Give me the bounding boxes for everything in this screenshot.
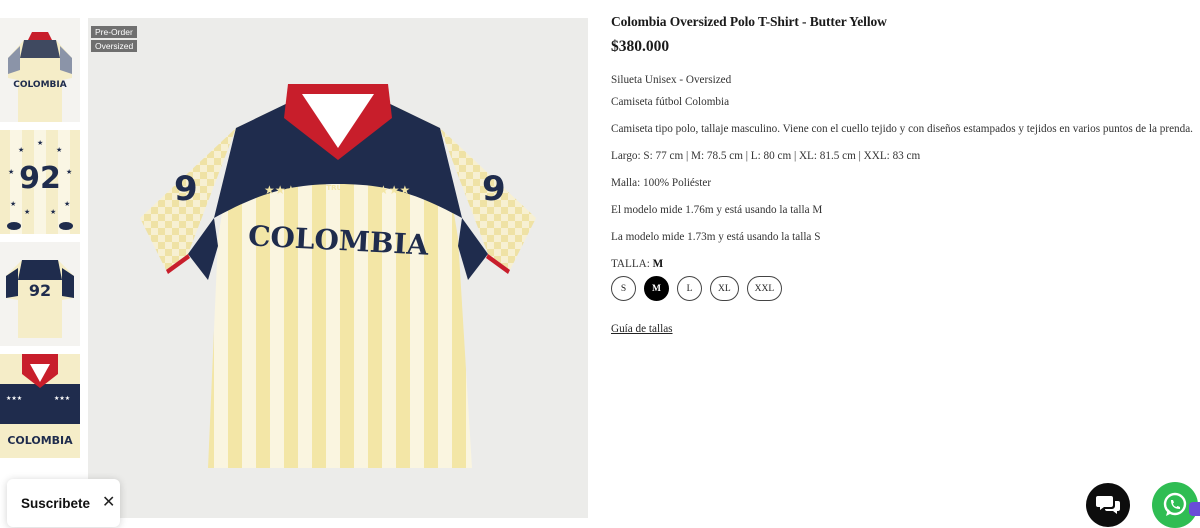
size-option-l[interactable]: L [677, 276, 702, 301]
chat-button[interactable] [1086, 483, 1130, 527]
size-option-s[interactable]: S [611, 276, 636, 301]
product-main-image[interactable]: ★★★ ★★★ TRUE. 9 9 COLOMBIA Pre-Order Ove… [88, 18, 588, 518]
thumbnail-number-detail[interactable]: 92 ★ ★ ★ ★ ★ ★ ★ ★ ★ [0, 130, 80, 234]
model-male-info: El modelo mide 1.76m y está usando la ta… [611, 204, 823, 216]
svg-text:★★★: ★★★ [264, 183, 296, 197]
selected-size: M [652, 258, 664, 270]
size-label: TALLA: [611, 258, 650, 270]
oversized-badge: Oversized [91, 40, 138, 52]
svg-text:★★★: ★★★ [6, 395, 22, 402]
thumbnail-front-detail[interactable]: ★★★ ★★★ COLOMBIA [0, 354, 80, 458]
svg-text:★: ★ [56, 146, 62, 154]
sleeve-number-left: 9 [174, 169, 198, 209]
size-option-m[interactable]: M [644, 276, 669, 301]
whatsapp-icon [1163, 492, 1187, 516]
product-title: Colombia Oversized Polo T-Shirt - Butter… [611, 14, 887, 29]
close-icon[interactable]: ✕ [102, 495, 115, 511]
product-subtitle: Camiseta fútbol Colombia [611, 96, 730, 108]
subscribe-popup[interactable]: Suscribete ✕ [7, 479, 120, 527]
product-description: Camiseta tipo polo, tallaje masculino. V… [611, 123, 1193, 135]
svg-text:★: ★ [37, 139, 43, 147]
chat-bubbles-icon [1096, 496, 1120, 514]
size-option-xl[interactable]: XL [710, 276, 739, 301]
thumb-front-text: COLOMBIA [7, 434, 73, 447]
svg-text:★: ★ [8, 168, 14, 176]
shirt-illustration: ★★★ ★★★ TRUE. 9 9 COLOMBIA [140, 84, 536, 468]
svg-text:★: ★ [66, 168, 72, 176]
brand-tag-text: TRUE. [326, 184, 349, 192]
size-options: S M L XL XXL [611, 276, 1200, 301]
svg-text:★: ★ [64, 200, 70, 208]
model-female-info: La modelo mide 1.73m y está usando la ta… [611, 231, 821, 243]
sleeve-number-right: 9 [482, 169, 506, 209]
svg-text:★: ★ [24, 208, 30, 216]
thumbnail-back-flat[interactable]: 92 [0, 242, 80, 346]
product-measurements: Largo: S: 77 cm | M: 78.5 cm | L: 80 cm … [611, 150, 921, 162]
thumbnail-back-view[interactable]: COLOMBIA [0, 18, 80, 122]
chat-widget-badge-icon [1189, 502, 1200, 516]
size-guide-link[interactable]: Guía de tallas [611, 323, 673, 335]
svg-text:★: ★ [50, 208, 56, 216]
svg-text:★: ★ [18, 146, 24, 154]
thumbnail-list: COLOMBIA 92 ★ ★ ★ ★ ★ ★ ★ ★ ★ 92 ★★★ ★★★… [0, 18, 80, 466]
svg-text:★★★: ★★★ [378, 183, 410, 197]
thumb-number-text: 92 [19, 161, 61, 196]
product-info: Colombia Oversized Polo T-Shirt - Butter… [611, 14, 1200, 337]
svg-text:★★★: ★★★ [54, 395, 70, 402]
thumb-colombia-text: COLOMBIA [13, 80, 66, 90]
svg-text:★: ★ [10, 200, 16, 208]
product-price: $380.000 [611, 38, 670, 55]
thumb-back-number: 92 [29, 281, 51, 300]
subscribe-label[interactable]: Suscribete [21, 496, 90, 511]
pre-order-badge: Pre-Order [91, 26, 137, 38]
product-material: Malla: 100% Poliéster [611, 177, 712, 189]
size-option-xxl[interactable]: XXL [746, 276, 783, 301]
size-label-row: TALLA: M [611, 258, 1200, 270]
product-silhouette: Silueta Unisex - Oversized [611, 74, 732, 86]
